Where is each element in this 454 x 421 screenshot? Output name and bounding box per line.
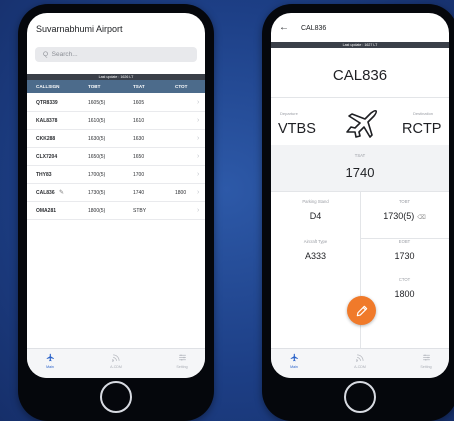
- tab-main[interactable]: Main: [30, 353, 70, 369]
- row-callsign: CKK288: [36, 136, 56, 142]
- tab-a-cdm[interactable]: A-CDM: [340, 353, 380, 369]
- signal-icon: [111, 354, 119, 362]
- tab-a-cdm-label: A-CDM: [110, 365, 122, 369]
- row-tsat: 1740: [133, 190, 145, 196]
- tab-setting[interactable]: Setting: [406, 353, 446, 369]
- tobt-field: 1730(5) ⌫: [360, 211, 449, 221]
- ctot-label: CTOT: [398, 277, 411, 282]
- eobt-value: 1730: [394, 251, 415, 261]
- chevron-right-icon: ›: [197, 189, 200, 196]
- pencil-icon: ✎: [59, 190, 65, 196]
- destination-label: Destination: [413, 111, 434, 116]
- search-input[interactable]: [43, 51, 183, 58]
- chevron-right-icon: ›: [197, 117, 200, 124]
- tab-main-label: Main: [46, 365, 54, 369]
- aircraft-type-label: Aircraft Type: [303, 239, 328, 244]
- search-field[interactable]: [35, 47, 197, 62]
- list-screen: Suvarnabhumi Airport Last update : 1626 …: [27, 13, 205, 378]
- departure-code: VTBS: [278, 121, 316, 137]
- airport-title: Suvarnabhumi Airport: [36, 24, 123, 34]
- column-header-tobt[interactable]: TOBT: [88, 80, 100, 93]
- table-row[interactable]: QTR8339 1605(5) 1605 ›: [27, 94, 205, 112]
- row-tsat: 1700: [133, 172, 145, 178]
- row-tobt: 1650(5): [88, 154, 106, 160]
- chevron-right-icon: ›: [197, 171, 200, 178]
- divider: [271, 97, 449, 98]
- destination-code: RCTP: [402, 121, 442, 137]
- tsat-value: 1740: [345, 165, 375, 180]
- row-tobt: 1730(5): [88, 190, 106, 196]
- row-callsign: OMA281: [36, 208, 57, 214]
- edit-button[interactable]: [347, 296, 376, 325]
- flight-callsign: CAL836: [332, 67, 388, 84]
- plane-icon: [46, 353, 54, 362]
- chevron-right-icon: ›: [197, 135, 200, 142]
- ctot-value: 1800: [394, 289, 415, 299]
- sliders-icon: [178, 354, 186, 361]
- row-callsign: CAL836: [36, 190, 55, 196]
- row-tobt: 1610(5): [88, 118, 106, 124]
- back-arrow-icon[interactable]: ←: [279, 22, 289, 33]
- tab-setting-label: Setting: [176, 365, 188, 369]
- table-row[interactable]: CKK288 1630(5) 1630 ›: [27, 130, 205, 148]
- table-row[interactable]: THY83 1700(5) 1700 ›: [27, 166, 205, 184]
- tobt-value: 1730(5): [383, 211, 415, 221]
- column-header-ctot[interactable]: CTOT: [175, 80, 187, 93]
- home-button[interactable]: [100, 381, 132, 413]
- row-callsign: THY83: [36, 172, 52, 178]
- aircraft-type-value: A333: [304, 251, 327, 261]
- row-tsat: STBY: [133, 208, 147, 214]
- column-header-callsign[interactable]: CALLSIGN: [36, 80, 59, 93]
- row-tobt: 1800(5): [88, 208, 106, 214]
- tab-setting[interactable]: Setting: [162, 353, 202, 369]
- table-row[interactable]: OMA281 1800(5) STBY ›: [27, 202, 205, 220]
- tab-a-cdm-label: A-CDM: [354, 365, 366, 369]
- departure-label: Departure: [280, 111, 298, 116]
- pencil-icon: [356, 305, 367, 316]
- tab-bar: Main A-CDM Setting: [27, 348, 205, 378]
- plane-icon: [290, 353, 298, 362]
- tsat-label: TSAT: [354, 153, 366, 158]
- signal-icon: [355, 354, 363, 362]
- chevron-right-icon: ›: [197, 207, 200, 214]
- backspace-icon[interactable]: ⌫: [417, 215, 425, 221]
- column-header-tsat[interactable]: TSAT: [133, 80, 145, 93]
- parking-stand-label: Parking Stand: [302, 199, 329, 204]
- row-ctot: 1800: [175, 190, 187, 196]
- tab-main-label: Main: [290, 365, 298, 369]
- tab-main[interactable]: Main: [274, 353, 314, 369]
- row-callsign: KAL8378: [36, 118, 58, 124]
- table-row[interactable]: CLX7204 1650(5) 1650 ›: [27, 148, 205, 166]
- table-row[interactable]: KAL8378 1610(5) 1610 ›: [27, 112, 205, 130]
- header-title: CAL836: [301, 25, 327, 32]
- tab-a-cdm[interactable]: A-CDM: [96, 353, 136, 369]
- last-update-bar: Last update : 1627 LT: [271, 42, 449, 48]
- row-tsat: 1630: [133, 136, 145, 142]
- row-tsat: 1650: [133, 154, 145, 160]
- tobt-label: TOBT: [398, 199, 411, 204]
- tab-bar: Main A-CDM Setting: [271, 348, 449, 378]
- chevron-right-icon: ›: [197, 153, 200, 160]
- eobt-label: EOBT: [398, 239, 411, 244]
- row-callsign: CLX7204: [36, 154, 58, 160]
- home-button[interactable]: [344, 381, 376, 413]
- row-tobt: 1605(5): [88, 100, 106, 106]
- phone-list: Suvarnabhumi Airport Last update : 1626 …: [18, 4, 214, 421]
- phone-detail: ← CAL836 Last update : 1627 LT CAL836 De…: [262, 4, 454, 421]
- row-tobt: 1630(5): [88, 136, 106, 142]
- table-row[interactable]: CAL836 ✎ 1730(5) 1740 1800 ›: [27, 184, 205, 202]
- tab-setting-label: Setting: [420, 365, 432, 369]
- airplane-icon: [346, 109, 378, 138]
- row-tsat: 1610: [133, 118, 145, 124]
- row-tobt: 1700(5): [88, 172, 106, 178]
- parking-stand-value: D4: [309, 211, 322, 221]
- table-header: CALLSIGN TOBT TSAT CTOT: [27, 80, 205, 93]
- row-callsign: QTR8339: [36, 100, 58, 106]
- detail-screen: ← CAL836 Last update : 1627 LT CAL836 De…: [271, 13, 449, 378]
- row-tsat: 1605: [133, 100, 145, 106]
- sliders-icon: [422, 354, 430, 361]
- chevron-right-icon: ›: [197, 99, 200, 106]
